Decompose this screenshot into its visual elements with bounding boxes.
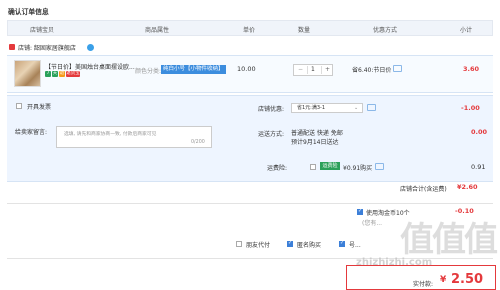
shipping-eta: 预计9月14日送达 <box>291 139 339 146</box>
invoice-checkbox[interactable] <box>16 103 22 109</box>
pay-label: 实付款: <box>413 281 434 288</box>
header-col-shop: 店铺宝贝 <box>30 27 55 34</box>
quantity-stepper: − 1 + <box>293 64 333 76</box>
chat-icon[interactable] <box>87 44 94 51</box>
header-col-attr: 商品属性 <box>145 27 170 34</box>
extra-option-label: 号... <box>349 242 361 249</box>
message-counter: 0/200 <box>191 140 205 145</box>
divider <box>7 203 493 204</box>
payment-summary: 实付款: ¥ 2.50 <box>346 265 496 290</box>
order-options: 开具发票 给卖家留言: 选填, 请先和商家协商一致, 付款后商家可见 0/200… <box>7 95 493 182</box>
badge-day: 天 <box>52 71 58 77</box>
shipping-label: 运送方式: <box>258 131 285 138</box>
extra-option-checkbox[interactable] <box>339 240 345 247</box>
product-thumbnail[interactable] <box>14 60 41 87</box>
order-item: 【节日价】美国烛台桌面摆设欧... 7 天 退 退货宝 颜色分类: 纯白小号【小… <box>7 55 493 93</box>
freight-insurance-checkbox[interactable] <box>310 164 316 170</box>
table-header: 店铺宝贝 商品属性 单价 数量 优惠方式 小计 <box>7 20 493 36</box>
badge-return-insurance: 退货宝 <box>66 71 80 77</box>
item-subtotal: 3.60 <box>463 65 480 73</box>
chevron-down-icon: ⌄ <box>354 105 359 111</box>
header-col-discount: 优惠方式 <box>373 27 398 34</box>
freight-insurance-tag: 运费险 <box>320 162 340 170</box>
attr-value: 纯白小号【小物件收纳】 <box>161 65 226 74</box>
header-col-price: 单价 <box>243 27 256 34</box>
anonymous-checkbox[interactable] <box>287 240 293 247</box>
quantity-input[interactable]: 1 <box>311 66 315 73</box>
message-label: 给卖家留言: <box>15 129 48 136</box>
message-field[interactable]: 选填, 请先和商家协商一致, 付款后商家可见 0/200 <box>56 126 212 148</box>
shop-discount-select[interactable]: 省1元:满3-1 ⌄ <box>291 103 363 113</box>
pay-amount: 2.50 <box>451 272 484 287</box>
pay-for-other-checkbox[interactable] <box>236 241 242 247</box>
freight-insurance-label: 运费险: <box>267 165 288 172</box>
pay-for-other-label: 朋友代付 <box>246 242 271 249</box>
item-discount: 省6.40:节日价 <box>352 67 392 74</box>
shop-name[interactable]: 店铺: 韶固家居旗舰店 <box>18 43 76 52</box>
shop-bar: 店铺: 韶固家居旗舰店 <box>7 40 493 54</box>
invoice-label: 开具发票 <box>27 104 52 111</box>
freight-insurance-price: ¥0.91购买 <box>343 165 373 172</box>
shop-total-value: ¥2.60 <box>457 183 478 191</box>
info-icon[interactable] <box>375 163 384 170</box>
product-name[interactable]: 【节日价】美国烛台桌面摆设欧... <box>45 62 135 71</box>
info-icon[interactable] <box>393 65 402 72</box>
freight-insurance-amount: 0.91 <box>471 163 486 171</box>
shop-icon <box>9 44 15 50</box>
shop-discount-value: 省1元:满3-1 <box>297 105 326 111</box>
header-col-subtotal: 小计 <box>460 27 473 34</box>
shop-total-label: 店铺合计(含运费) <box>400 186 447 193</box>
info-icon[interactable] <box>367 104 376 111</box>
shop-discount-label: 店铺优惠: <box>258 106 285 113</box>
badge-7: 7 <box>45 71 51 77</box>
coins-note: (您有... <box>362 220 383 227</box>
badge-return: 退 <box>59 71 65 77</box>
pay-currency: ¥ <box>440 275 447 285</box>
header-col-qty: 数量 <box>298 27 311 34</box>
shipping-method: 普通配送 快递 免邮 <box>291 130 343 137</box>
shipping-amount: 0.00 <box>471 128 488 136</box>
unit-price: 10.00 <box>237 65 256 73</box>
quantity-plus-button[interactable]: + <box>325 66 330 73</box>
watermark-logo: 值值值 <box>400 220 498 260</box>
coins-checkbox[interactable] <box>357 208 363 215</box>
page-title: 确认订单信息 <box>8 8 49 16</box>
shop-discount-amount: -1.00 <box>461 104 480 112</box>
quantity-minus-button[interactable]: − <box>298 66 303 73</box>
attr-label: 颜色分类: <box>135 68 162 75</box>
anonymous-label: 匿名购买 <box>297 242 322 249</box>
message-placeholder: 选填, 请先和商家协商一致, 付款后商家可见 <box>64 132 157 137</box>
watermark-url: zhizhizhi.com <box>356 257 433 268</box>
